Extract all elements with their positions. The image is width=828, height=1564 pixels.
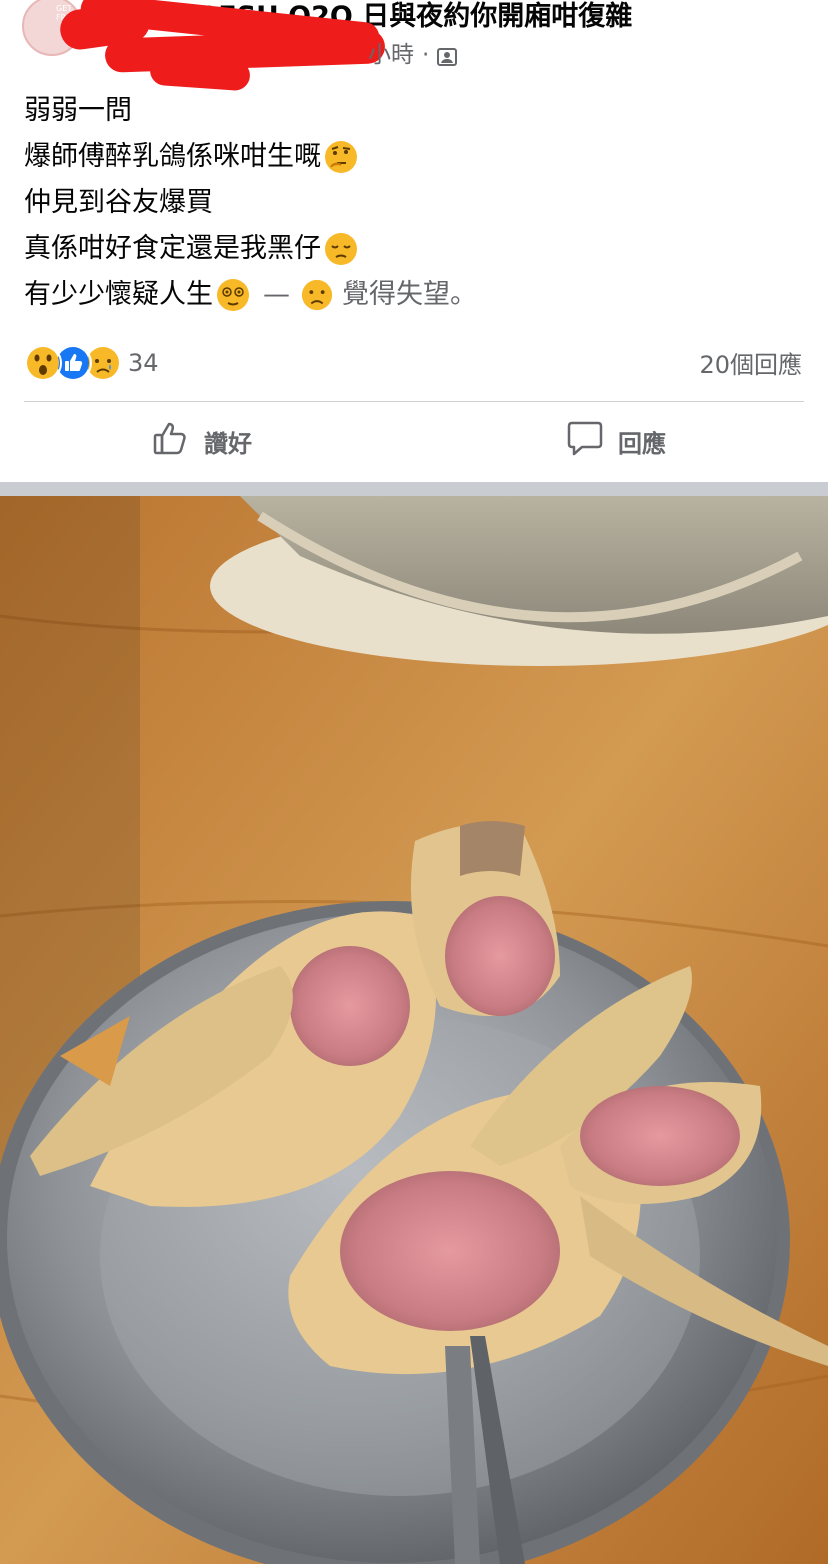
feeling-text[interactable]: 覺得失望。	[342, 272, 477, 318]
divider	[24, 401, 804, 402]
post-photo[interactable]	[0, 496, 828, 1564]
feeling-prefix: 有少少懷疑人生	[24, 279, 213, 310]
post-text: 弱弱一問 爆師傅醉乳鴿係咪咁生嘅 仲見到谷友爆買 真係咁好食定還是我黑仔 有少少…	[24, 88, 814, 318]
meta-separator: ·	[422, 42, 430, 68]
comment-button[interactable]: 回應	[566, 418, 666, 464]
post-line: 真係咁好食定還是我黑仔	[24, 226, 814, 272]
photo-drunken-pigeon-on-plate	[0, 496, 828, 1564]
thumbs-up-icon	[152, 419, 190, 463]
like-label: 讚好	[204, 429, 252, 458]
reaction-summary[interactable]: 34	[24, 343, 159, 383]
post-line: 仲見到谷友爆買	[24, 180, 814, 226]
section-separator	[0, 482, 828, 496]
reaction-count: 34	[128, 349, 159, 377]
feeling-dash: —	[263, 279, 290, 310]
post-header: GET FRE GETFRESH O2O 日與夜約你開廂咁復雜 小時 ·	[0, 0, 828, 92]
post-line-text: 真係咁好食定還是我黑仔	[24, 233, 321, 264]
post-line: 弱弱一問	[24, 88, 814, 134]
like-button[interactable]: 讚好	[152, 418, 252, 464]
thinking-face-icon	[323, 139, 359, 175]
group-members-icon	[437, 45, 458, 66]
comment-label: 回應	[618, 429, 666, 458]
wow-reaction-icon	[24, 344, 62, 382]
comments-count[interactable]: 20個回應	[699, 345, 802, 380]
redaction-mark	[149, 54, 251, 92]
disappointed-face-icon	[300, 278, 334, 312]
pensive-face-icon	[323, 231, 359, 267]
dizzy-face-icon	[215, 277, 251, 313]
post-card: GET FRE GETFRESH O2O 日與夜約你開廂咁復雜 小時 · 弱弱一…	[0, 0, 828, 482]
post-line-text: 爆師傅醉乳鴿係咪咁生嘅	[24, 141, 321, 172]
post-meta: 小時 ·	[368, 40, 458, 70]
post-feeling-line: 有少少懷疑人生 — 覺得失望。	[24, 272, 814, 318]
post-time[interactable]: 小時	[368, 40, 414, 70]
post-line: 爆師傅醉乳鴿係咪咁生嘅	[24, 134, 814, 180]
comment-bubble-icon	[566, 419, 604, 463]
post-line-text: 仲見到谷友爆買	[24, 187, 213, 218]
post-line-text: 弱弱一問	[24, 95, 132, 126]
